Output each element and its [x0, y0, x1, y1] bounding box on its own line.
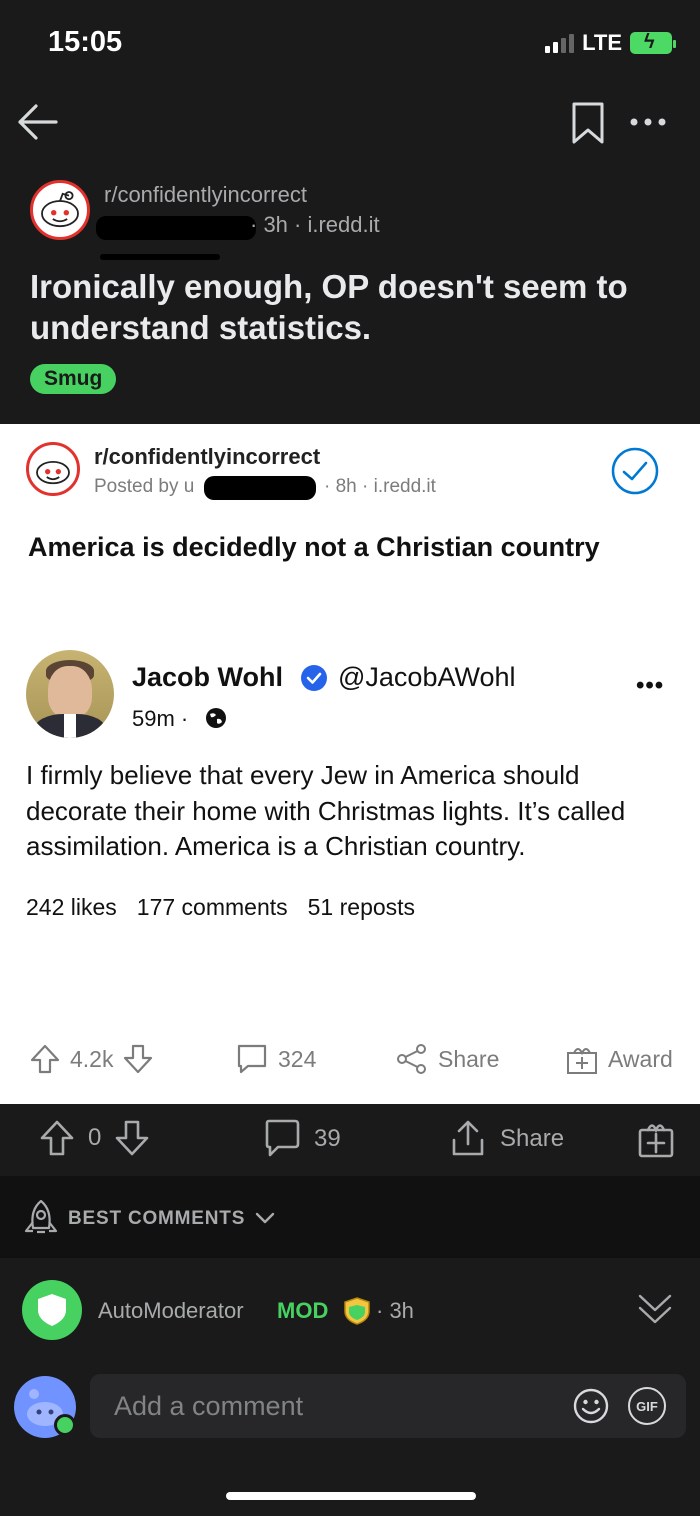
embed-comment-count: 324	[278, 1045, 317, 1072]
online-indicator	[54, 1414, 76, 1436]
signal-icon	[545, 33, 575, 53]
embed-award-group: Award	[564, 1041, 673, 1077]
automod-comment[interactable]: AutoModerator MOD · 3h	[0, 1258, 700, 1362]
status-time: 15:05	[48, 26, 123, 58]
downvote-icon	[124, 1044, 153, 1074]
collapse-chevron-icon[interactable]	[636, 1288, 674, 1328]
tweet-stats: 242 likes 177 comments 51 reposts	[26, 894, 415, 921]
comment-composer: GIF	[0, 1362, 700, 1452]
share-button[interactable]: Share	[448, 1118, 564, 1160]
embed-redacted-username	[204, 476, 316, 500]
post-meta: · 3h · i.redd.it	[250, 212, 380, 237]
embed-vote-group: 4.2k	[28, 1042, 155, 1076]
gif-label: GIF	[636, 1398, 658, 1414]
globe-icon	[206, 708, 226, 728]
redacted-scribble	[100, 254, 220, 260]
share-icon	[452, 1120, 484, 1156]
share-label: Share	[500, 1125, 565, 1152]
embed-action-bar: 4.2k 324 Share Award	[0, 1036, 700, 1082]
rocket-icon	[24, 1199, 58, 1234]
vote-count: 0	[88, 1124, 102, 1151]
tweet-likes: 242 likes	[26, 894, 117, 920]
tweet-time: 59m ·	[132, 706, 189, 731]
shield-icon	[38, 1294, 66, 1326]
vote-group: 0	[38, 1118, 151, 1158]
automod-time: · 3h	[376, 1298, 414, 1323]
check-circle-icon	[611, 447, 659, 495]
battery-icon: ϟ	[630, 31, 676, 54]
redacted-username	[96, 216, 256, 240]
upvote-icon[interactable]	[38, 1118, 76, 1158]
embed-subreddit-name: r/confidentlyincorrect	[94, 444, 321, 469]
gif-icon[interactable]: GIF	[628, 1387, 666, 1425]
embed-posted-by: Posted by u	[94, 476, 194, 498]
tweet-more-icon: •••	[636, 672, 665, 699]
embed-award-label: Award	[608, 1045, 673, 1072]
emoji-icon[interactable]	[572, 1387, 610, 1425]
post-image[interactable]: r/confidentlyincorrect Posted by u · 8h …	[0, 424, 700, 1104]
status-indicators: LTE ϟ	[545, 30, 676, 56]
post-action-bar: 0 39 Share	[0, 1104, 700, 1176]
embed-vote-count: 4.2k	[70, 1045, 114, 1072]
tweet-handle: @JacobAWohl	[338, 662, 516, 692]
upvote-icon	[30, 1044, 60, 1074]
snoo-icon	[41, 191, 79, 228]
comments-button[interactable]: 39	[262, 1118, 341, 1160]
chevron-down-icon	[255, 1212, 275, 1224]
network-label: LTE	[582, 30, 622, 55]
status-bar: 15:05 LTE ϟ	[0, 0, 700, 88]
post-flair[interactable]: Smug	[30, 364, 117, 394]
post-title: Ironically enough, OP doesn't seem to un…	[30, 268, 628, 346]
downvote-icon[interactable]	[113, 1118, 151, 1158]
snoo-icon	[36, 461, 70, 485]
tweet-author-name: Jacob Wohl	[132, 662, 284, 692]
embed-share-label: Share	[438, 1045, 500, 1072]
comment-count: 39	[314, 1125, 341, 1152]
tweet-text: I firmly believe that every Jew in Ameri…	[26, 760, 626, 861]
share-icon	[397, 1044, 426, 1074]
sort-bar[interactable]: BEST COMMENTS	[0, 1176, 700, 1258]
embed-comment-group: 324	[234, 1041, 316, 1077]
tweet-avatar	[26, 650, 114, 738]
comment-icon	[265, 1119, 300, 1157]
automod-name[interactable]: AutoModerator	[98, 1298, 244, 1324]
automod-avatar	[22, 1280, 82, 1340]
mod-badge: MOD	[277, 1298, 329, 1323]
more-icon[interactable]	[626, 102, 670, 142]
nav-bar	[0, 88, 700, 158]
embed-meta: · 8h · i.redd.it	[324, 476, 436, 497]
embed-subreddit-avatar	[26, 442, 80, 496]
tweet-comments: 177 comments	[136, 894, 288, 920]
subreddit-name[interactable]: r/confidentlyincorrect	[104, 182, 307, 208]
home-indicator	[226, 1492, 476, 1500]
sort-label: BEST COMMENTS	[68, 1208, 246, 1229]
comment-icon	[237, 1044, 267, 1074]
back-arrow-icon[interactable]	[14, 98, 62, 146]
award-icon[interactable]	[636, 1118, 676, 1160]
tweet-reposts: 51 reposts	[307, 894, 416, 920]
embed-title: America is decidedly not a Christian cou…	[28, 532, 600, 562]
embed-posted-by-label: Posted by u	[94, 476, 195, 497]
subreddit-avatar[interactable]	[30, 180, 90, 240]
award-icon	[567, 1048, 597, 1074]
verified-icon	[301, 665, 327, 691]
bookmark-icon[interactable]	[570, 98, 606, 146]
embed-share-group: Share	[394, 1041, 499, 1077]
mod-shield-icon	[344, 1297, 370, 1325]
